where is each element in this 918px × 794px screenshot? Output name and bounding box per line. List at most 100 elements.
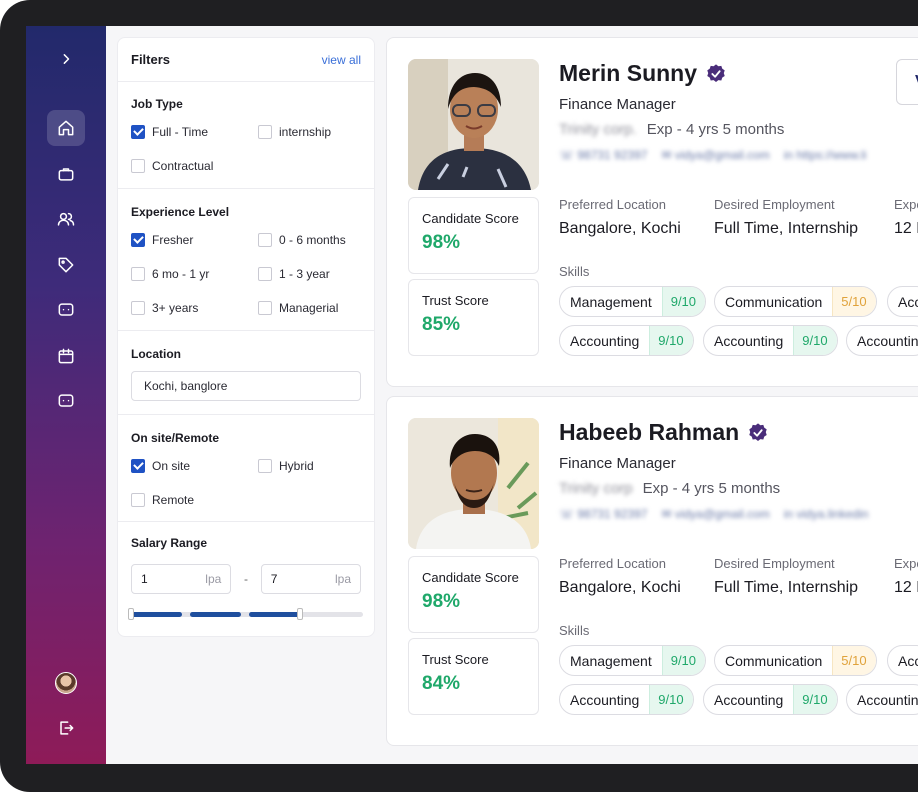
checkbox-label: Fresher [152, 233, 194, 247]
skills-label: Skills [559, 264, 590, 279]
experience-text: Exp - 4 yrs 5 months [646, 121, 785, 138]
experience-fresher-checkbox[interactable]: Fresher [131, 223, 258, 257]
info-label: Expe [894, 556, 918, 571]
job-type-contractual-checkbox[interactable]: Contractual [131, 149, 258, 183]
sidebar-expand-button[interactable] [47, 41, 85, 77]
sidebar-item-tags[interactable] [47, 247, 85, 283]
sidebar-item-calendar[interactable] [47, 338, 85, 374]
experience-3plus-years-checkbox[interactable]: 3+ years [131, 291, 258, 325]
checkbox-checked-icon [131, 233, 145, 247]
salary-label: Salary Range [131, 536, 208, 550]
salary-max-input[interactable]: 7 lpa [260, 564, 361, 594]
checkbox-icon [131, 493, 145, 507]
linkedin-contact[interactable]: in https://www.li [784, 148, 867, 162]
skill-name: Management [570, 293, 652, 310]
view-profile-button[interactable]: V [896, 59, 918, 105]
user-avatar[interactable] [55, 672, 77, 694]
experience-label: Experience Level [131, 205, 230, 219]
info-label: Preferred Location [559, 197, 666, 212]
location-input[interactable]: Kochi, banglore [131, 371, 361, 401]
checkbox-label: Managerial [279, 301, 339, 315]
message-icon [58, 303, 74, 316]
logout-button[interactable] [47, 710, 85, 746]
candidate-score-value: 98% [422, 591, 461, 612]
experience-6mo-1yr-checkbox[interactable]: 6 mo - 1 yr [131, 257, 258, 291]
slider-min-handle[interactable] [128, 608, 134, 620]
skill-chip: Communication 5/10 [714, 286, 877, 317]
slider-range-segment [190, 612, 242, 617]
skill-name: Management [570, 652, 652, 669]
sidebar-item-candidates[interactable] [47, 201, 85, 237]
sidebar-item-messages[interactable] [47, 292, 85, 328]
candidate-experience-row: Trinity corp. Exp - 4 yrs 5 months [559, 121, 784, 138]
company-name: Trinity corp. [559, 121, 637, 138]
candidate-card[interactable]: Candidate Score 98% Trust Score 85% Meri… [386, 37, 918, 387]
phone-contact[interactable]: ☏ 98731 92397 [559, 148, 647, 162]
skill-chip: Accountin [846, 325, 918, 356]
experience-section: Experience Level Fresher 0 - 6 months 6 … [118, 189, 374, 331]
job-type-fulltime-checkbox[interactable]: Full - Time [131, 115, 258, 149]
remote-checkbox[interactable]: Remote [131, 483, 258, 517]
linkedin-contact[interactable]: in vidya.linkedin [784, 507, 869, 521]
trust-score-value: 85% [422, 314, 461, 335]
job-type-label: Job Type [131, 97, 183, 111]
skill-name: Communication [725, 293, 823, 310]
checkbox-label: internship [279, 125, 332, 139]
contact-row: ☏ 98731 92397 ✉ vidya@gmail.com in vidya… [559, 507, 868, 521]
sidebar-item-home[interactable] [47, 110, 85, 146]
email-contact[interactable]: ✉ vidya@gmail.com [661, 148, 769, 162]
info-value: Bangalore, Kochi [559, 579, 681, 596]
sidebar-item-jobs[interactable] [47, 156, 85, 192]
company-name: Trinity corp [559, 480, 633, 497]
skill-score: 9/10 [793, 685, 837, 714]
hybrid-checkbox[interactable]: Hybrid [258, 449, 368, 483]
candidate-name[interactable]: Habeeb Rahman [559, 419, 739, 446]
candidate-name-row: Habeeb Rahman [559, 419, 769, 446]
candidate-name[interactable]: Merin Sunny [559, 60, 697, 87]
phone-contact[interactable]: ☏ 98731 92397 [559, 507, 647, 521]
skill-score: 9/10 [649, 685, 693, 714]
checkbox-icon [258, 267, 272, 281]
info-value: Bangalore, Kochi [559, 220, 681, 237]
onsite-checkbox[interactable]: On site [131, 449, 258, 483]
salary-min-input[interactable]: 1 lpa [131, 564, 232, 594]
skill-name: Communication [725, 652, 823, 669]
skill-chip: Communication 5/10 [714, 645, 877, 676]
trust-score-value: 84% [422, 673, 461, 694]
filters-title: Filters [131, 52, 171, 67]
sidebar-item-chat[interactable] [47, 383, 85, 419]
checkbox-label: 1 - 3 year [279, 267, 330, 281]
users-icon [57, 212, 75, 226]
checkbox-icon [131, 301, 145, 315]
salary-section: Salary Range 1 lpa - 7 lpa [118, 522, 374, 620]
candidate-score-box: Candidate Score 98% [408, 197, 539, 274]
onsite-remote-section: On site/Remote On site Hybrid Remote [118, 415, 374, 522]
candidate-card[interactable]: Candidate Score 98% Trust Score 84% Habe… [386, 396, 918, 746]
slider-range-segment [249, 612, 301, 617]
slider-max-handle[interactable] [297, 608, 304, 620]
info-label: Preferred Location [559, 556, 666, 571]
salary-separator: - [244, 572, 248, 586]
candidate-photo [408, 59, 539, 190]
experience-0-6-months-checkbox[interactable]: 0 - 6 months [258, 223, 368, 257]
app-screen: Filters view all Job Type Full - Time in… [26, 26, 918, 764]
experience-1-3-year-checkbox[interactable]: 1 - 3 year [258, 257, 368, 291]
checkbox-label: 3+ years [152, 301, 199, 315]
job-type-section: Job Type Full - Time internship Contract… [118, 82, 374, 189]
email-contact[interactable]: ✉ vidya@gmail.com [661, 507, 769, 521]
checkbox-icon [258, 125, 272, 139]
experience-managerial-checkbox[interactable]: Managerial [258, 291, 368, 325]
briefcase-icon [58, 168, 74, 181]
slider-range-segment [131, 612, 183, 617]
skill-chip: Accounting 9/10 [559, 684, 694, 715]
skill-name: Acc [898, 293, 918, 310]
salary-range-slider[interactable] [128, 608, 363, 620]
job-type-internship-checkbox[interactable]: internship [258, 115, 368, 149]
skill-score: 9/10 [661, 646, 706, 675]
candidate-experience-row: Trinity corp Exp - 4 yrs 5 months [559, 480, 780, 497]
skill-name: Accounting [714, 332, 784, 349]
salary-unit: lpa [334, 572, 351, 586]
candidate-role: Finance Manager [559, 455, 676, 472]
view-all-link[interactable]: view all [322, 53, 361, 67]
checkbox-label: Full - Time [152, 125, 209, 139]
